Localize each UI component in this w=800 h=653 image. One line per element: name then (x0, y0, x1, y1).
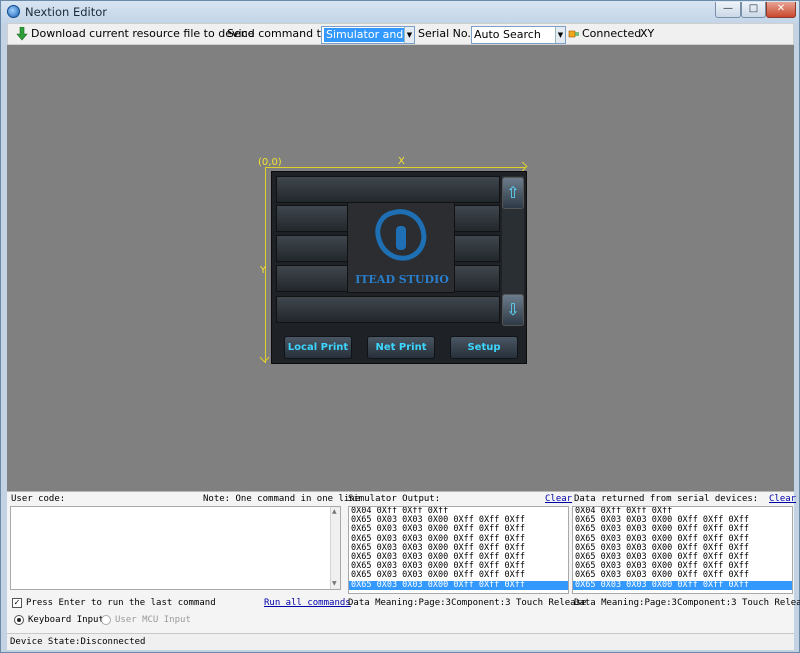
chevron-down-icon[interactable]: ▼ (555, 27, 565, 43)
send-command-label: Send command to: (227, 27, 332, 40)
press-enter-label: Press Enter to run the last command (26, 598, 216, 608)
setup-button[interactable]: Setup (450, 336, 518, 359)
user-code-input[interactable]: ▲ ▼ (10, 506, 341, 590)
maximize-button[interactable]: □ (741, 2, 766, 18)
x-axis-label: X (398, 156, 405, 167)
simulator-data-meaning: Data Meaning:Page:3Component:3 Touch Rel… (348, 598, 587, 608)
scroll-up-button[interactable]: ⇧ (502, 177, 524, 209)
keyboard-input-radio[interactable] (14, 615, 24, 625)
simulator-output-list[interactable]: 0X04 0Xff 0Xff 0Xff 0X65 0X03 0X03 0X00 … (348, 506, 569, 594)
logo-text: ITEAD STUDIO (355, 273, 449, 286)
serial-port-value: Auto Search (474, 28, 541, 41)
user-code-label: User code: (11, 494, 66, 504)
xy-toggle-button[interactable]: XY (640, 27, 654, 40)
download-arrow-icon (16, 27, 28, 41)
y-axis-label: Y (260, 265, 267, 276)
list-item-selected[interactable]: 0X65 0X03 0X03 0X00 0Xff 0Xff 0Xff (573, 580, 792, 590)
connect-plug-icon (568, 30, 579, 38)
app-logo-icon (7, 5, 20, 18)
list-row-5[interactable] (276, 296, 500, 323)
net-print-button[interactable]: Net Print (367, 336, 435, 359)
debug-panel: User code: Note: One command in one line… (7, 491, 800, 633)
hmi-page-preview[interactable]: ⇧ ⇩ ITEAD STUDIO Local Print Net Print S… (271, 171, 527, 364)
user-code-note: Note: One command in one line (203, 494, 361, 504)
serial-no-label: Serial No.: (418, 27, 475, 40)
scroll-down-button[interactable]: ⇩ (502, 294, 524, 326)
close-button[interactable]: ✕ (766, 2, 796, 18)
simulator-clear-link[interactable]: Clear (545, 494, 572, 504)
itead-logo: ITEAD STUDIO (347, 202, 455, 293)
title-bar: Nextion Editor — □ ✕ (1, 1, 799, 23)
send-target-select[interactable]: Simulator and Se ▼ (321, 26, 415, 44)
serial-clear-link[interactable]: Clear (769, 494, 796, 504)
status-bar: Device State:Disconnected (7, 633, 794, 650)
toolbar: Download current resource file to device… (7, 23, 794, 45)
connect-button[interactable]: Connected (582, 27, 641, 40)
user-mcu-input-label: User MCU Input (115, 615, 191, 625)
origin-label: (0,0) (258, 157, 282, 168)
x-axis-line (265, 167, 525, 168)
serial-output-list[interactable]: 0X04 0Xff 0Xff 0Xff 0X65 0X03 0X03 0X00 … (572, 506, 793, 594)
itead-i-icon (396, 226, 406, 250)
scroll-up-icon[interactable]: ▲ (332, 508, 337, 515)
scroll-down-icon[interactable]: ▼ (332, 580, 337, 587)
list-item-selected[interactable]: 0X65 0X03 0X03 0X00 0Xff 0Xff 0Xff (349, 580, 568, 590)
keyboard-input-label: Keyboard Input (28, 615, 104, 625)
serial-data-label: Data returned from serial devices: (574, 494, 759, 504)
simulator-output-label: Simulator Output: (348, 494, 441, 504)
serial-data-meaning: Data Meaning:Page:3Component:3 Touch Rel… (574, 598, 800, 608)
chevron-down-icon[interactable]: ▼ (404, 27, 414, 43)
local-print-button[interactable]: Local Print (284, 336, 352, 359)
user-code-scrollbar[interactable]: ▲ ▼ (330, 507, 340, 589)
minimize-button[interactable]: — (715, 2, 741, 18)
list-row-1[interactable] (276, 176, 500, 203)
run-all-commands-link[interactable]: Run all commands (264, 598, 351, 608)
user-mcu-input-radio[interactable] (101, 615, 111, 625)
window-title: Nextion Editor (25, 5, 107, 19)
press-enter-checkbox[interactable]: ✓ (12, 598, 22, 608)
download-to-device-button[interactable]: Download current resource file to device (31, 27, 254, 40)
application-window: Nextion Editor — □ ✕ Download current re… (0, 0, 800, 653)
serial-port-select[interactable]: Auto Search ▼ (471, 26, 566, 44)
send-target-value: Simulator and Se (324, 28, 414, 42)
device-state-text: Device State:Disconnected (10, 637, 146, 647)
